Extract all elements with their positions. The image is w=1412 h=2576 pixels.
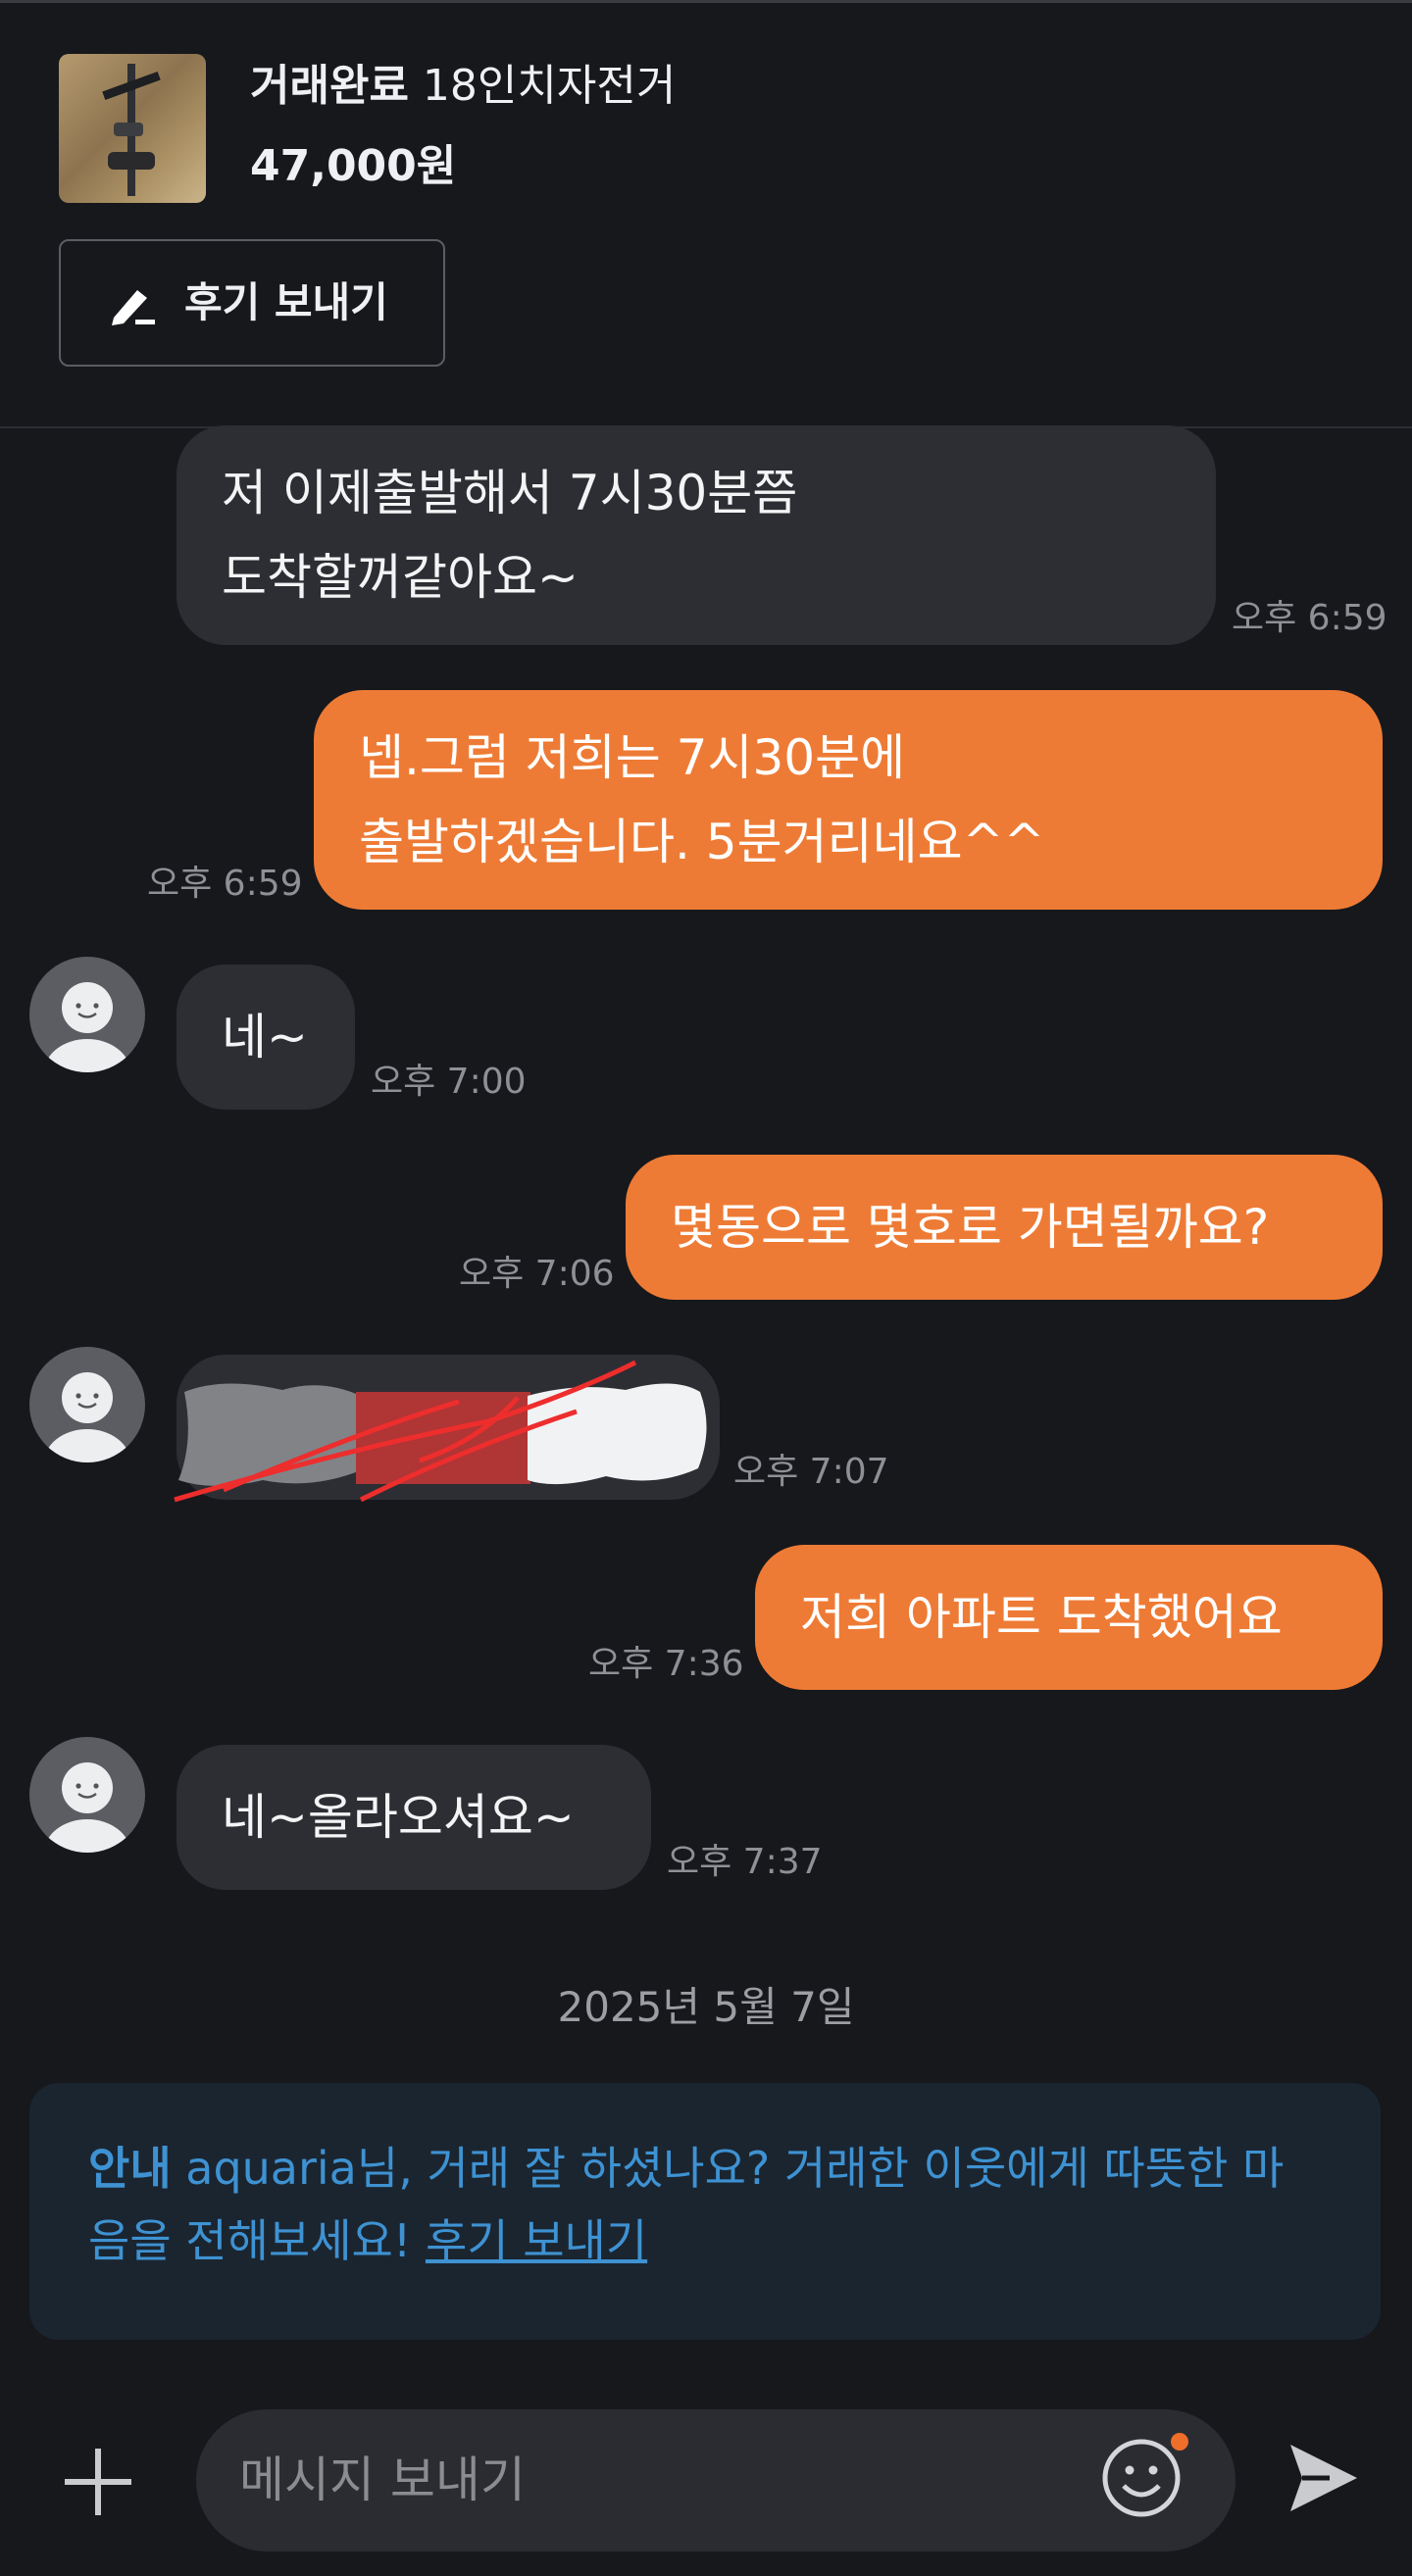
message-time: 오후 7:36 (588, 1644, 744, 1684)
avatar-icon (44, 1372, 130, 1462)
message-text: 저희 아파트 도착했어요 (800, 1589, 1283, 1646)
message-bubble-incoming[interactable]: 네~ (176, 965, 355, 1110)
trade-status: 거래완료 (250, 61, 409, 111)
message-text: 몇동으로 몇호로 가면될까요? (671, 1199, 1270, 1256)
avatar-icon (44, 982, 130, 1072)
product-name: 18인치자전거 (422, 61, 677, 111)
avatar-icon (44, 1762, 130, 1853)
review-notice: 안내 aquaria님, 거래 잘 하셨나요? 거래한 이웃에게 따뜻한 마음을… (29, 2083, 1381, 2340)
message-bubble-incoming[interactable]: 저 이제출발해서 7시30분쯤 도착할꺼같아요~ (176, 425, 1216, 645)
message-text: 네~ (222, 1009, 308, 1065)
message-time: 오후 7:07 (733, 1452, 889, 1492)
message-time: 오후 7:00 (371, 1062, 527, 1102)
avatar[interactable] (29, 957, 145, 1072)
message-text: 네~올라오셔요~ (222, 1789, 575, 1846)
avatar[interactable] (29, 1347, 145, 1462)
message-text: 도착할꺼같아요~ (222, 549, 579, 606)
message-text: 넵.그럼 저희는 7시30분에 (359, 729, 906, 786)
message-time: 오후 7:06 (459, 1254, 615, 1294)
notice-text: aquaria님, 거래 잘 하셨나요? 거래한 이웃에게 따뜻한 마음을 전해… (88, 2142, 1285, 2267)
message-bubble-outgoing[interactable]: 저희 아파트 도착했어요 (755, 1545, 1383, 1690)
message-bubble-redacted[interactable] (174, 1355, 720, 1503)
redaction-scribble (174, 1360, 707, 1503)
product-thumbnail[interactable] (59, 54, 206, 203)
avatar[interactable] (29, 1737, 145, 1853)
date-divider: 2025년 5월 7일 (557, 1983, 855, 2031)
message-text: 출발하겠습니다. 5분거리네요^^ (359, 814, 1045, 870)
product-price: 47,000원 (250, 141, 457, 191)
notification-dot (1171, 2433, 1188, 2451)
product-title[interactable]: 거래완료 18인치자전거 (250, 57, 676, 116)
plus-icon[interactable] (59, 2443, 137, 2521)
message-input[interactable]: 메시지 보내기 (196, 2409, 1236, 2551)
message-time: 오후 6:59 (1232, 598, 1387, 638)
notice-label: 안내 (88, 2142, 172, 2195)
message-bubble-incoming[interactable]: 네~올라오셔요~ (176, 1745, 651, 1890)
send-review-button[interactable]: 후기 보내기 (59, 239, 445, 367)
send-review-label: 후기 보내기 (184, 278, 388, 326)
message-input-placeholder: 메시지 보내기 (239, 2452, 526, 2508)
notice-review-link[interactable]: 후기 보내기 (426, 2214, 647, 2267)
emoji-icon[interactable] (1100, 2437, 1183, 2519)
pencil-icon (112, 290, 155, 325)
message-text: 저 이제출발해서 7시30분쯤 (222, 465, 798, 521)
message-time: 오후 6:59 (147, 864, 303, 904)
send-icon[interactable] (1286, 2439, 1361, 2517)
message-time: 오후 7:37 (667, 1842, 823, 1882)
message-bubble-outgoing[interactable]: 넵.그럼 저희는 7시30분에 출발하겠습니다. 5분거리네요^^ (314, 690, 1383, 910)
product-header: 거래완료 18인치자전거 47,000원 후기 보내기 (0, 3, 1412, 428)
message-bubble-outgoing[interactable]: 몇동으로 몇호로 가면될까요? (626, 1155, 1383, 1300)
